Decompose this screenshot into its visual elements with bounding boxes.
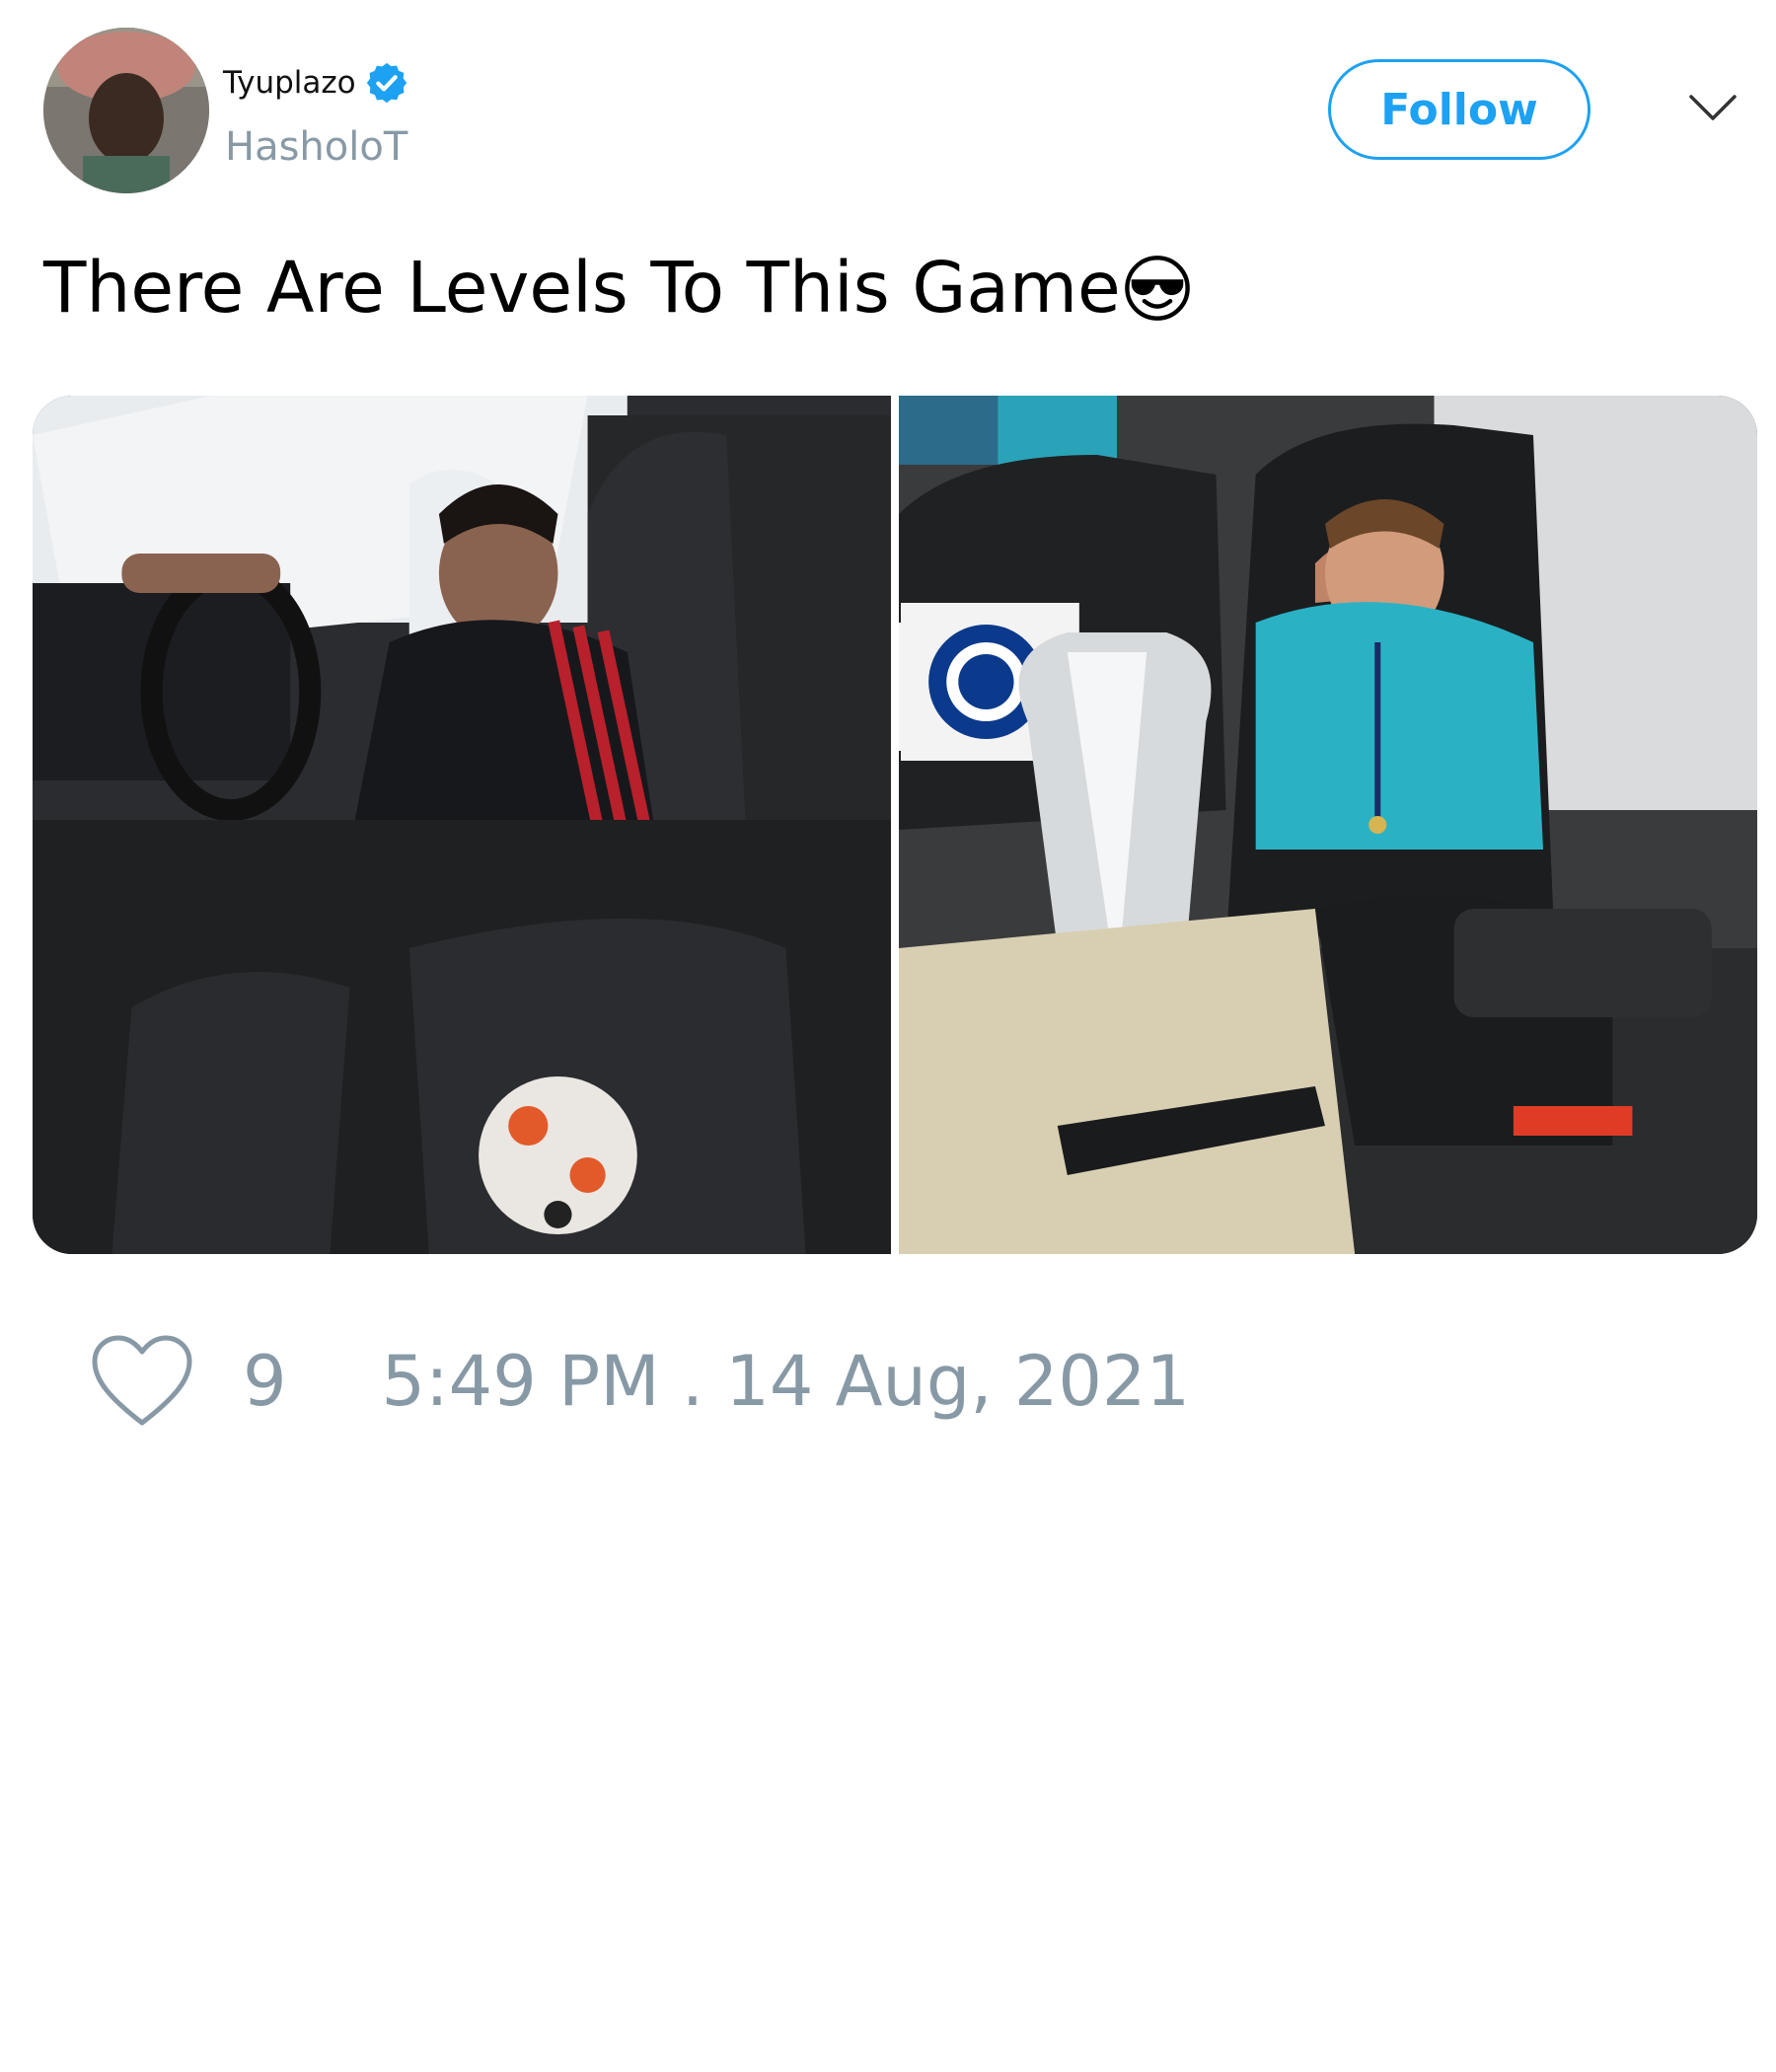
smiling-face-with-sunglasses-icon — [1124, 255, 1190, 321]
like-count: 9 — [243, 1341, 287, 1422]
author-display-name[interactable]: Tyuplazo — [223, 65, 356, 101]
car-photo-image — [33, 396, 891, 1254]
avatar[interactable] — [43, 28, 209, 193]
tweet-text-content: There Are Levels To This Game — [43, 247, 1121, 329]
follow-button[interactable]: Follow — [1328, 59, 1591, 160]
photo-player-in-car[interactable] — [33, 396, 891, 1254]
tweet-text: There Are Levels To This Game — [43, 247, 1192, 329]
media-grid — [33, 396, 1757, 1254]
trophy-photo-image — [899, 396, 1757, 1254]
chevron-down-icon[interactable] — [1687, 91, 1739, 124]
verified-badge-icon — [366, 62, 407, 104]
author-name-row: Tyuplazo — [223, 57, 409, 109]
photo-player-with-trophy[interactable] — [899, 396, 1757, 1254]
heart-icon[interactable] — [89, 1332, 195, 1431]
tweet-timestamp[interactable]: 5:49 PM . 14 Aug, 2021 — [382, 1341, 1190, 1422]
tweet-footer: 9 5:49 PM . 14 Aug, 2021 — [89, 1332, 1190, 1431]
author-handle[interactable]: HasholoT — [225, 124, 407, 170]
avatar-image — [43, 28, 209, 193]
